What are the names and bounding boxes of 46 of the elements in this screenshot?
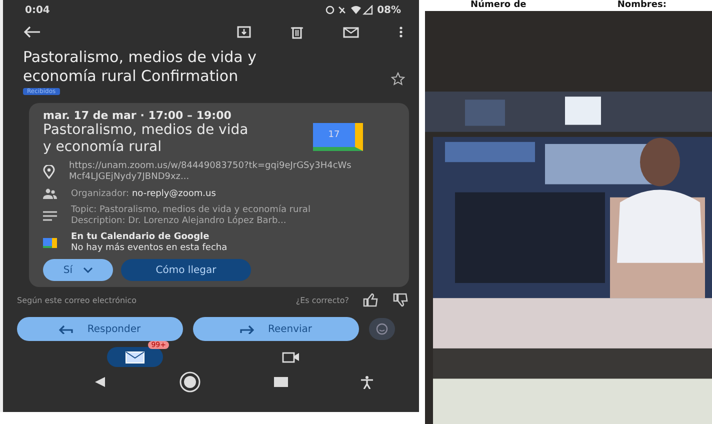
accessibility-icon[interactable] xyxy=(360,376,372,388)
feedback-question: ¿Es correcto? xyxy=(296,296,349,304)
meeting-link[interactable]: https://unam.zoom.us/w/84449083750?tk=gqi9eJrGSy3H4cWsMcf4LJGEjNydy7JBND9xz... xyxy=(69,161,359,183)
event-topic: Topic: Pastoralismo, medios de vida y economía rural xyxy=(71,205,310,216)
description-icon xyxy=(43,211,57,221)
event-description: Description: Dr. Lorenzo Alejandro López Barb... xyxy=(71,216,288,227)
mail-icon[interactable] xyxy=(343,26,359,38)
envelope-icon xyxy=(125,350,145,364)
thumbs-down-icon[interactable] xyxy=(393,293,409,307)
location-pin-icon xyxy=(43,165,55,179)
thumbs-up-icon[interactable] xyxy=(363,293,379,307)
forward-button[interactable]: Reenviar xyxy=(193,317,359,341)
calendar-title: En tu Calendario de Google xyxy=(71,232,210,242)
rsvp-dropdown[interactable]: Sí xyxy=(43,259,113,281)
recents-icon[interactable] xyxy=(274,377,288,387)
emoji-button[interactable] xyxy=(369,318,395,340)
star-icon[interactable] xyxy=(391,72,405,86)
calendar-icon: 17 xyxy=(313,123,363,151)
more-icon[interactable] xyxy=(399,26,403,38)
event-title: Pastoralismo, medios de vida y economía rural xyxy=(43,122,250,156)
back-arrow-icon[interactable] xyxy=(23,26,41,38)
column-header: Nombres: xyxy=(617,0,666,11)
people-icon xyxy=(43,188,57,200)
smiley-icon xyxy=(376,323,388,335)
video-camera-icon xyxy=(282,351,300,363)
reply-button[interactable]: Responder xyxy=(17,317,183,341)
archive-icon[interactable] xyxy=(237,26,251,38)
email-subject: Pastoralismo, medios de vida y economía rural Confirmation xyxy=(23,48,258,86)
feedback-source: Según este correo electrónico xyxy=(17,296,137,304)
google-calendar-icon xyxy=(43,238,57,248)
chevron-down-icon xyxy=(82,267,93,273)
status-time: 0:04 xyxy=(25,4,50,16)
home-icon[interactable] xyxy=(178,371,200,393)
column-header: Número de xyxy=(470,0,526,11)
calendar-note: No hay más eventos en esta fecha xyxy=(71,243,228,254)
back-icon[interactable] xyxy=(94,376,106,388)
status-icons xyxy=(325,5,374,15)
event-date: mar. 17 de mar · 17:00 – 19:00 xyxy=(43,109,232,122)
directions-button[interactable]: Cómo llegar xyxy=(121,259,251,281)
forward-arrow-icon xyxy=(240,324,254,334)
battery-level: 08% xyxy=(377,4,401,16)
mail-tab[interactable] xyxy=(107,347,163,367)
trash-icon[interactable] xyxy=(291,26,303,38)
organizer-label: Organizador: xyxy=(71,189,130,199)
organizer-email: no-reply@zoom.us xyxy=(132,189,216,199)
reply-arrow-icon xyxy=(59,324,74,334)
